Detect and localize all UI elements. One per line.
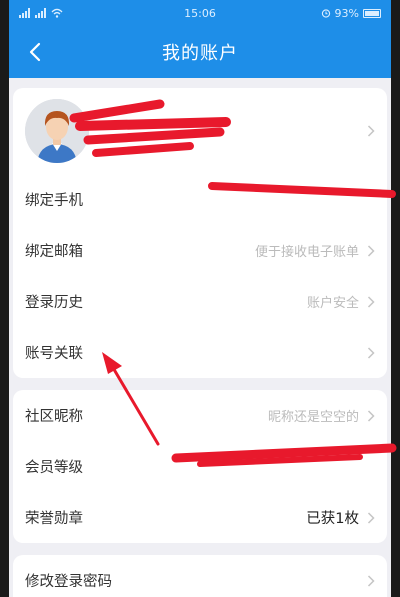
member-level-row[interactable]: 会员等级: [13, 441, 387, 492]
battery-icon: [363, 8, 381, 18]
row-label: 登录历史: [25, 295, 83, 311]
row-arrow: [367, 574, 375, 587]
row-label: 账号关联: [25, 346, 83, 362]
user-avatar-icon: [25, 99, 89, 163]
nav-bar: 我的账户: [9, 26, 391, 78]
account-card: 绑定手机 绑定邮箱 便于接收电子账单 登录历史 账户安全 账号关联: [13, 88, 387, 378]
avatar: [25, 99, 89, 163]
row-value: 已获1枚: [306, 511, 359, 527]
chevron-right-icon: [367, 511, 375, 524]
back-button[interactable]: [23, 38, 47, 66]
bind-email-row[interactable]: 绑定邮箱 便于接收电子账单: [13, 225, 387, 276]
status-time: 15:06: [184, 6, 216, 20]
chevron-right-icon: [367, 244, 375, 257]
chevron-right-icon: [367, 295, 375, 308]
row-label: 荣誉勋章: [25, 511, 83, 527]
chevron-right-icon: [367, 346, 375, 359]
login-history-row[interactable]: 登录历史 账户安全: [13, 276, 387, 327]
chevron-left-icon: [29, 42, 41, 62]
security-card: 修改登录密码: [13, 555, 387, 597]
chevron-right-icon: [367, 574, 375, 587]
change-password-row[interactable]: 修改登录密码: [13, 555, 387, 597]
account-link-row[interactable]: 账号关联: [13, 327, 387, 378]
status-bar: 15:06 93%: [9, 0, 391, 26]
honor-badge-row[interactable]: 荣誉勋章 已获1枚: [13, 492, 387, 543]
row-arrow: [367, 346, 375, 359]
bind-phone-row[interactable]: 绑定手机: [13, 174, 387, 225]
chevron-right-icon: [367, 409, 375, 422]
row-value: 账户安全: [306, 296, 359, 311]
row-label: 会员等级: [25, 460, 83, 476]
profile-arrow: [367, 125, 375, 137]
community-card: 社区昵称 昵称还是空空的 会员等级 荣誉勋章 已获1枚: [13, 390, 387, 543]
nickname-row[interactable]: 社区昵称 昵称还是空空的: [13, 390, 387, 441]
row-value: 便于接收电子账单: [254, 245, 359, 260]
row-label: 绑定手机: [25, 193, 83, 209]
row-label: 修改登录密码: [25, 574, 112, 590]
profile-row[interactable]: [13, 88, 387, 174]
row-label: 绑定邮箱: [25, 244, 83, 260]
page-title: 我的账户: [162, 43, 238, 64]
row-value: 昵称还是空空的: [267, 410, 359, 425]
chevron-right-icon: [367, 125, 375, 137]
phone-screen: 15:06 93% 我的账户 绑定手机 绑定邮箱 便于接收电子账单 登录历史 账…: [9, 0, 391, 597]
row-label: 社区昵称: [25, 409, 83, 425]
